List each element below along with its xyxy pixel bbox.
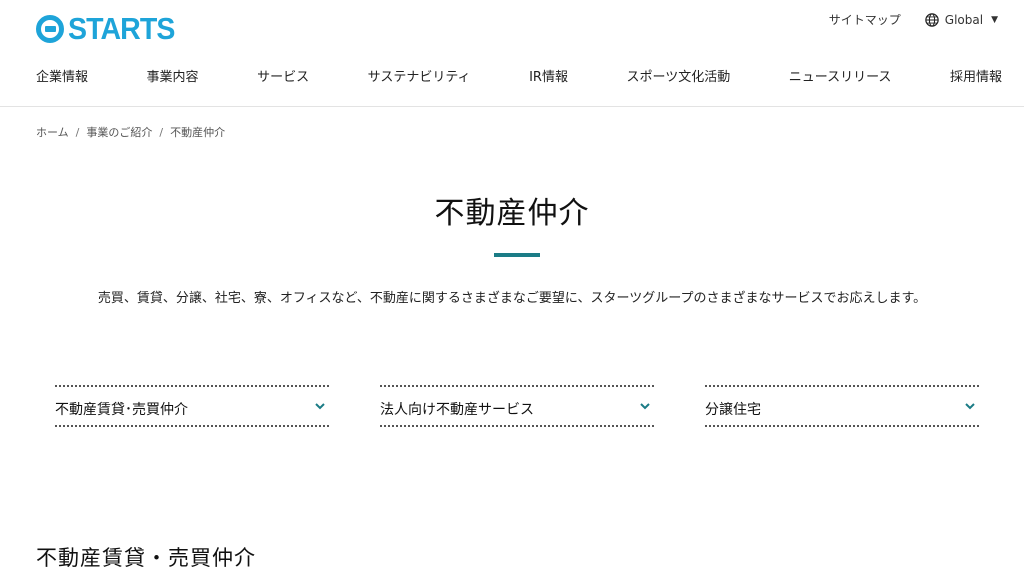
sitemap-link[interactable]: サイトマップ (829, 11, 901, 28)
nav-item-sustainability[interactable]: サステナビリティ (368, 66, 471, 85)
global-label: Global (944, 12, 984, 27)
title-underline (494, 253, 540, 257)
nav-item-sports-culture[interactable]: スポーツ文化活動 (626, 66, 730, 85)
lead-text: 売買、賃貸、分譲、社宅、寮、オフィスなど、不動産に関するさまざまなご要望に、スタ… (97, 291, 927, 306)
chevron-down-icon (965, 403, 975, 410)
anchor-card-rental-sales[interactable]: 不動産賃貸･売買仲介 (55, 385, 329, 427)
site-header: STARTS サイトマップ Global ▼ 企業情報 事業内容 サービス サス… (0, 0, 1024, 107)
nav-item-company[interactable]: 企業情報 (36, 66, 88, 85)
breadcrumb-parent[interactable]: 事業のご紹介 (86, 126, 152, 139)
nav-item-business[interactable]: 事業内容 (147, 66, 199, 85)
anchor-card-label: 分譲住宅 (705, 402, 761, 418)
global-selector[interactable]: Global ▼ (925, 13, 998, 27)
anchor-card-housing[interactable]: 分譲住宅 (705, 385, 979, 427)
caret-down-icon: ▼ (991, 14, 998, 25)
anchor-card-label: 不動産賃貸･売買仲介 (55, 402, 188, 418)
global-nav: 企業情報 事業内容 サービス サステナビリティ IR情報 スポーツ文化活動 ニュ… (36, 66, 1002, 85)
logo-text: STARTS (68, 11, 175, 46)
breadcrumb-current: 不動産仲介 (170, 126, 226, 139)
utility-nav: サイトマップ Global ▼ (829, 11, 998, 28)
breadcrumb-home[interactable]: ホーム (36, 126, 69, 139)
nav-item-services[interactable]: サービス (257, 66, 309, 85)
nav-item-ir[interactable]: IR情報 (529, 66, 568, 85)
chevron-down-icon (315, 403, 325, 410)
chevron-down-icon (640, 403, 650, 410)
anchor-card-label: 法人向け不動産サービス (380, 402, 534, 418)
anchor-card-corporate[interactable]: 法人向け不動産サービス (380, 385, 654, 427)
starts-logo[interactable]: STARTS (36, 11, 184, 47)
nav-item-news[interactable]: ニュースリリース (789, 66, 892, 85)
logo-mark-icon (36, 15, 64, 43)
breadcrumb: ホーム / 事業のご紹介 / 不動産仲介 (36, 124, 225, 140)
section-title: 不動産賃貸・売買仲介 (36, 546, 256, 570)
breadcrumb-separator: / (75, 126, 80, 139)
page-title: 不動産仲介 (434, 196, 590, 231)
nav-item-recruit[interactable]: 採用情報 (950, 66, 1002, 85)
globe-icon (925, 12, 939, 27)
breadcrumb-separator: / (159, 126, 164, 139)
